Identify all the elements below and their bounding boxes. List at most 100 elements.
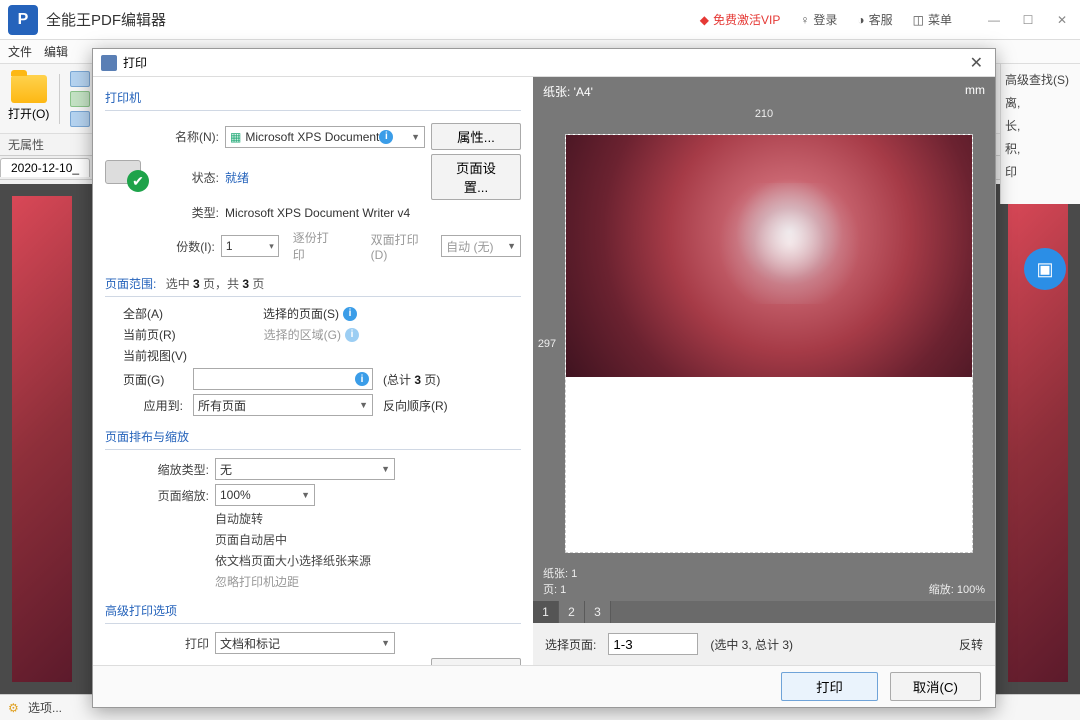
headset-icon: ◑ [857, 13, 864, 27]
auto-rotate-checkbox[interactable]: 自动旋转 [215, 510, 521, 527]
open-label: 打开(O) [8, 105, 49, 122]
page-setup-button[interactable]: 页面设置... [431, 154, 521, 200]
spinner-icon: ▾ [265, 241, 274, 252]
printer-name-value: Microsoft XPS Document [245, 130, 379, 144]
apply-to-value: 所有页面 [198, 397, 246, 414]
paper-count: 纸张: 1 [543, 565, 577, 581]
ruler-vertical: 297 [533, 126, 561, 561]
zoom-label: 缩放: 100% [929, 581, 985, 597]
print-settings-panel: 打印机 ✔ 名称(N): ▦ Microsoft XPS Document i … [93, 77, 533, 665]
copies-value: 1 [226, 239, 233, 253]
vip-link[interactable]: ◆ 免费激活VIP [700, 11, 781, 28]
cancel-button[interactable]: 取消(C) [890, 672, 981, 701]
chevron-down-icon: ▼ [377, 464, 390, 474]
sidebar-item[interactable]: 长, [1005, 114, 1076, 137]
printer-select[interactable]: ▦ Microsoft XPS Document i ▼ [225, 126, 425, 148]
open-button[interactable]: 打开(O) [8, 75, 49, 122]
chevron-down-icon: ▼ [297, 490, 310, 500]
select-pages-input[interactable] [608, 633, 698, 655]
range-pages-radio[interactable]: 页面(G) [123, 371, 183, 388]
range-current-radio[interactable]: 当前页(R) [123, 326, 176, 343]
duplex-select[interactable]: 自动 (无)▼ [441, 235, 521, 257]
copies-input[interactable]: 1▾ [221, 235, 279, 257]
dialog-close-button[interactable]: ✕ [966, 53, 987, 73]
preview-tab-2[interactable]: 2 [559, 601, 585, 623]
preview-tabs: 1 2 3 [533, 601, 995, 623]
paper-source-checkbox[interactable]: 依文档页面大小选择纸张来源 [215, 552, 521, 569]
advanced-section-header: 高级打印选项 [105, 600, 521, 624]
info-icon: i [345, 328, 359, 342]
float-tool-icon[interactable]: ▣ [1024, 248, 1066, 290]
menu-link[interactable]: ◫ 菜单 [913, 11, 952, 28]
menu-file[interactable]: 文件 [8, 43, 32, 60]
scale-type-select[interactable]: 无▼ [215, 458, 395, 480]
sidebar-item[interactable]: 高级查找(S) [1005, 68, 1076, 91]
preview-tab-3[interactable]: 3 [585, 601, 611, 623]
print-dialog: 打印 ✕ 打印机 ✔ 名称(N): ▦ Microsoft XPS Docume… [92, 48, 996, 708]
login-label: 登录 [813, 11, 837, 28]
print-what-label: 打印 [105, 635, 209, 652]
scale-type-value: 无 [220, 461, 232, 478]
selected-region-radio[interactable]: 选择的区域(G) [264, 326, 341, 343]
menu-edit[interactable]: 编辑 [44, 43, 68, 60]
info-icon[interactable]: i [355, 372, 369, 386]
properties-button[interactable]: 属性... [431, 123, 521, 150]
layout-section-header: 页面排布与缩放 [105, 426, 521, 450]
print-button[interactable]: 打印 [781, 672, 878, 701]
range-hd-label: 页面范围: [105, 277, 156, 291]
login-link[interactable]: ♀ 登录 [800, 11, 837, 28]
tool-icon[interactable] [70, 91, 90, 107]
print-what-select[interactable]: 文档和标记 ▼ [215, 632, 395, 654]
gear-icon: ⚙ [8, 701, 22, 715]
app-titlebar: P 全能王PDF编辑器 ◆ 免费激活VIP ♀ 登录 ◑ 客服 ◫ 菜单 — ☐… [0, 0, 1080, 40]
selected-pages-radio[interactable]: 选择的页面(S) [263, 305, 339, 322]
page-height: 297 [538, 338, 556, 350]
reverse-order-checkbox[interactable]: 反向顺序(R) [383, 397, 448, 414]
apply-to-select[interactable]: 所有页面 ▼ [193, 394, 373, 416]
select-pages-label: 选择页面: [545, 636, 596, 653]
minimize-button[interactable]: — [984, 13, 1004, 27]
tool-icon[interactable] [70, 111, 90, 127]
select-pages-summary: (选中 3, 总计 3) [710, 636, 793, 653]
dialog-titlebar: 打印 ✕ [93, 49, 995, 77]
page-count: 页: 1 [543, 581, 577, 597]
unit-label: mm [965, 83, 985, 100]
print-what-value: 文档和标记 [220, 635, 280, 652]
chevron-down-icon: ▼ [377, 638, 390, 648]
sidebar-item[interactable]: 离, [1005, 91, 1076, 114]
close-app-button[interactable]: ✕ [1052, 13, 1072, 27]
dialog-title: 打印 [123, 54, 147, 71]
document-tab[interactable]: 2020-12-10_ [0, 158, 90, 177]
chevron-down-icon: ▼ [355, 400, 368, 410]
printer-name-label: 名称(N): [159, 128, 219, 145]
menu-label: 菜单 [928, 11, 952, 28]
info-icon[interactable]: i [379, 130, 393, 144]
range-view-radio[interactable]: 当前视图(V) [123, 347, 187, 364]
ignore-margin-checkbox[interactable]: 忽略打印机边距 [215, 573, 521, 590]
pages-total: (总计 3 页) [383, 371, 440, 388]
tool-icon[interactable] [70, 71, 90, 87]
print-icon [101, 55, 117, 71]
pages-input[interactable]: i [193, 368, 373, 390]
sidebar-item[interactable]: 印 [1005, 160, 1076, 183]
range-section-header: 页面范围: 选中 3 页，共 3 页 [105, 273, 521, 297]
preview-image [566, 135, 972, 377]
support-link[interactable]: ◑ 客服 [857, 11, 892, 28]
preview-page [565, 134, 973, 553]
info-icon[interactable]: i [343, 307, 357, 321]
folder-icon [11, 75, 47, 103]
page-scale-value: 100% [220, 488, 251, 502]
range-all-radio[interactable]: 全部(A) [123, 305, 163, 322]
preview-tab-1[interactable]: 1 [533, 601, 559, 623]
auto-center-checkbox[interactable]: 页面自动居中 [215, 531, 521, 548]
status-value: 就绪 [225, 169, 249, 186]
maximize-button[interactable]: ☐ [1018, 13, 1038, 27]
more-button[interactable]: 更多(M)... [431, 658, 521, 665]
printer-section-header: 打印机 [105, 87, 521, 111]
collate-checkbox[interactable]: 逐份打印 [293, 229, 341, 263]
options-link[interactable]: 选项... [28, 699, 62, 716]
page-scale-select[interactable]: 100% ▼ [215, 484, 315, 506]
sidebar-item[interactable]: 积, [1005, 137, 1076, 160]
reverse-link[interactable]: 反转 [959, 636, 983, 653]
printer-item-icon: ▦ [230, 130, 241, 144]
